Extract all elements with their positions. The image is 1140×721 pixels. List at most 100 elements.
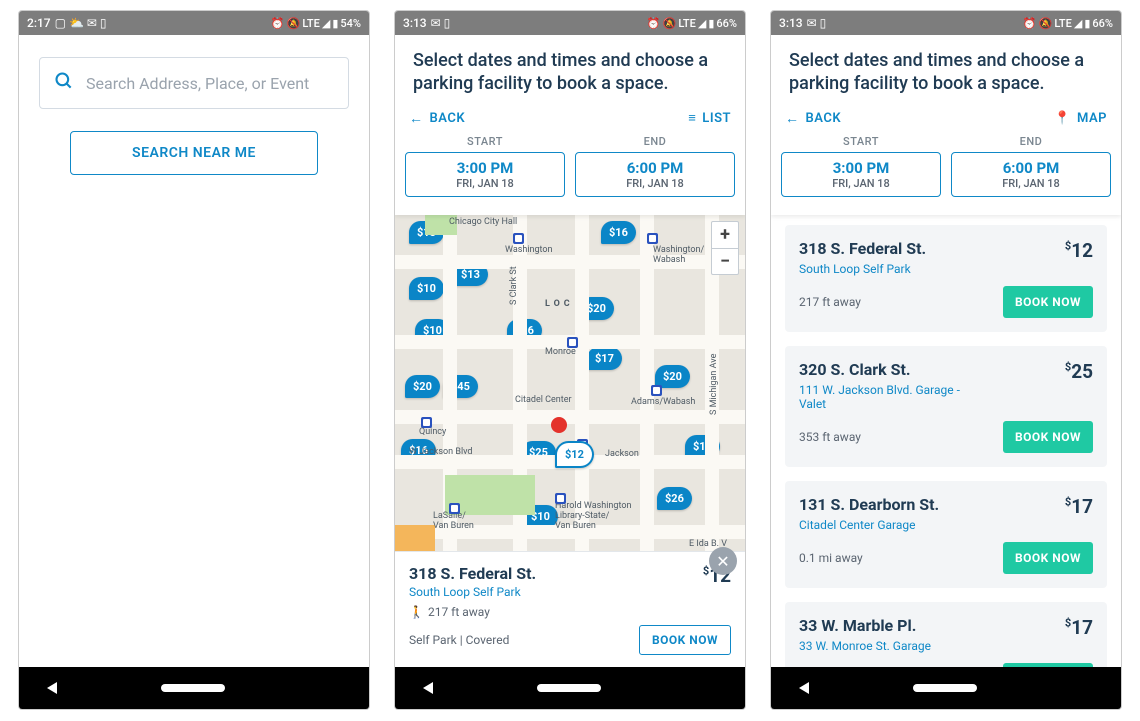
map-label: Monroe [545, 347, 576, 357]
map-label: Washington [505, 245, 553, 255]
list-distance: 217 ft away [799, 295, 861, 309]
arrow-left-icon: ← [409, 110, 424, 127]
status-bar: 2:17 ▢ ⛅ ✉ ▯ ⏰🔕LTE◢▮54% [19, 11, 369, 35]
home-nav-icon[interactable] [537, 684, 601, 692]
status-icons: ▢ ⛅ ✉ ▯ [55, 16, 107, 30]
list-item[interactable]: 131 S. Dearborn St. Citadel Center Garag… [785, 481, 1107, 588]
walk-icon: 🚶 [409, 605, 424, 619]
home-nav-icon[interactable] [161, 684, 225, 692]
list-garage: 111 W. Jackson Blvd. Garage - Valet [799, 383, 979, 411]
back-button[interactable]: ←BACK [785, 110, 841, 127]
list-price: $17 [1065, 616, 1093, 639]
map-label: LOC [545, 299, 574, 309]
back-button[interactable]: ←BACK [409, 110, 465, 127]
map-label: S Michigan Ave [709, 353, 719, 414]
signal-icon: ◢ [698, 17, 706, 30]
start-label: START [781, 135, 941, 148]
price-pin[interactable]: $16 [601, 221, 636, 244]
back-nav-icon[interactable] [47, 682, 57, 694]
back-nav-icon[interactable] [423, 682, 433, 694]
list-address: 33 W. Marble Pl. [799, 616, 931, 635]
map-label: Jackson [605, 449, 639, 459]
end-datetime-button[interactable]: 6:00 PM FRI, JAN 18 [951, 152, 1111, 197]
list-price: $12 [1065, 239, 1093, 262]
map-label: LaSalle/ Van Buren [433, 511, 474, 531]
alarm-icon: ⏰ [271, 17, 285, 30]
network-label: LTE [302, 17, 320, 30]
card-address: 318 S. Federal St. [409, 564, 536, 583]
list-screen: 3:13✉ ▯ ⏰🔕LTE◢▮66% Select dates and time… [770, 10, 1122, 710]
search-input[interactable]: Search Address, Place, or Event [39, 57, 349, 109]
battery-pct: 66% [716, 17, 737, 30]
search-placeholder: Search Address, Place, or Event [86, 74, 334, 93]
list-item[interactable]: 320 S. Clark St. 111 W. Jackson Blvd. Ga… [785, 346, 1107, 467]
list-garage: Citadel Center Garage [799, 518, 939, 532]
status-time: 2:17 [27, 16, 51, 30]
network-label: LTE [678, 17, 696, 30]
status-bar: 3:13✉ ▯ ⏰🔕LTE◢▮66% [771, 11, 1121, 35]
home-nav-icon[interactable] [913, 684, 977, 692]
search-near-me-button[interactable]: SEARCH NEAR ME [70, 131, 318, 175]
mute-icon: 🔕 [663, 17, 677, 30]
list-address: 320 S. Clark St. [799, 360, 979, 379]
zoom-in-button[interactable]: + [712, 222, 738, 248]
map-label: Adams/Wabash [631, 397, 695, 407]
list-item[interactable]: 318 S. Federal St. South Loop Self Park … [785, 225, 1107, 332]
list-price: $25 [1065, 360, 1093, 383]
list-address: 131 S. Dearborn St. [799, 495, 939, 514]
price-pin[interactable]: $10 [409, 277, 444, 300]
book-now-button[interactable]: BOOK NOW [1003, 542, 1093, 574]
list-distance: 353 ft away [799, 430, 861, 444]
card-garage: South Loop Self Park [409, 585, 536, 599]
view-toggle-list-button[interactable]: ≡LIST [688, 110, 731, 126]
book-now-button[interactable]: BOOK NOW [1003, 421, 1093, 453]
price-pin-selected[interactable]: $12 [555, 441, 594, 468]
price-pin[interactable]: $20 [405, 375, 440, 398]
android-navbar [19, 667, 369, 709]
price-pin[interactable]: $17 [587, 347, 622, 370]
search-screen: 2:17 ▢ ⛅ ✉ ▯ ⏰🔕LTE◢▮54% Search Address, P… [18, 10, 370, 710]
back-nav-icon[interactable] [799, 682, 809, 694]
mute-icon: 🔕 [287, 17, 301, 30]
battery-icon: ▮ [1084, 17, 1090, 30]
list-item[interactable]: 33 W. Marble Pl. 33 W. Monroe St. Garage… [785, 602, 1107, 667]
map-view[interactable]: $9$13$9$26$10$14$11$25$16$20$45$20$17$26… [395, 215, 745, 667]
battery-icon: ▮ [708, 17, 714, 30]
book-now-button[interactable]: BOOK NOW [1003, 286, 1093, 318]
alarm-icon: ⏰ [1023, 17, 1037, 30]
end-label: END [575, 135, 735, 148]
map-label: S Clark St [509, 266, 519, 305]
list-garage: 33 W. Monroe St. Garage [799, 639, 931, 653]
end-datetime-button[interactable]: 6:00 PM FRI, JAN 18 [575, 152, 735, 197]
selected-spot-card[interactable]: 318 S. Federal St. South Loop Self Park … [395, 551, 745, 667]
results-list[interactable]: 318 S. Federal St. South Loop Self Park … [771, 215, 1121, 667]
map-label: Chicago City Hall [449, 217, 517, 227]
page-header: Select dates and times and choose a park… [771, 35, 1121, 106]
price-pin[interactable]: $26 [657, 487, 692, 510]
arrow-left-icon: ← [785, 110, 800, 127]
battery-pct: 54% [340, 17, 361, 30]
view-toggle-map-button[interactable]: 📍MAP [1054, 111, 1107, 126]
page-header: Select dates and times and choose a park… [395, 35, 745, 106]
battery-pct: 66% [1092, 17, 1113, 30]
start-datetime-button[interactable]: 3:00 PM FRI, JAN 18 [781, 152, 941, 197]
pin-icon: 📍 [1054, 111, 1071, 126]
map-label: Washington/ Wabash [653, 245, 704, 265]
network-label: LTE [1054, 17, 1072, 30]
start-label: START [405, 135, 565, 148]
start-datetime-button[interactable]: 3:00 PM FRI, JAN 18 [405, 152, 565, 197]
map-label: Quincy [419, 427, 446, 437]
map-screen: 3:13✉ ▯ ⏰🔕LTE◢▮66% Select dates and time… [394, 10, 746, 710]
book-now-button[interactable]: BOOK NOW [639, 625, 731, 655]
card-distance: 🚶217 ft away [409, 605, 536, 619]
close-card-button[interactable]: ✕ [709, 547, 737, 575]
signal-icon: ◢ [322, 17, 330, 30]
list-price: $17 [1065, 495, 1093, 518]
status-time: 3:13 [779, 16, 803, 30]
list-garage: South Loop Self Park [799, 262, 926, 276]
book-now-button[interactable]: BOOK NOW [1003, 663, 1093, 667]
signal-icon: ◢ [1074, 17, 1082, 30]
zoom-out-button[interactable]: − [712, 248, 738, 274]
search-icon [54, 71, 74, 95]
battery-icon: ▮ [332, 17, 338, 30]
